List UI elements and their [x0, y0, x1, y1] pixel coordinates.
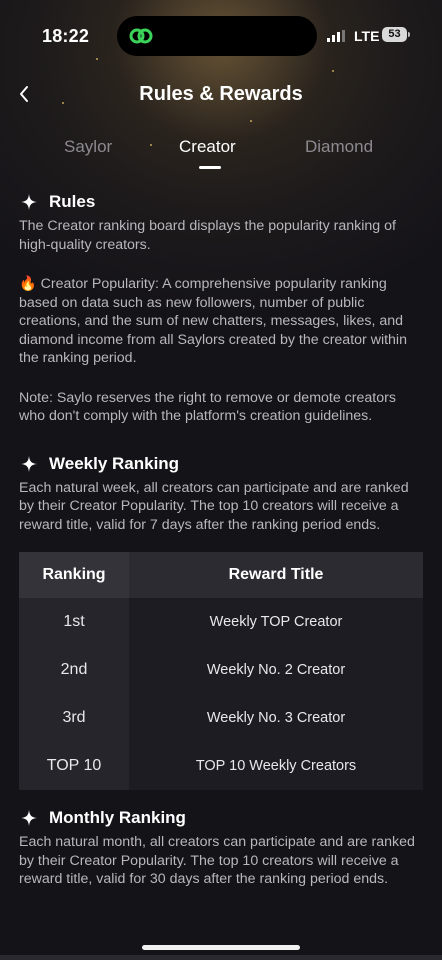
link-icon: [129, 28, 153, 44]
table-edge-peek: [0, 955, 442, 960]
rules-heading: Rules: [19, 190, 423, 214]
tab-diamond[interactable]: Diamond: [305, 135, 373, 159]
home-indicator[interactable]: [142, 945, 300, 950]
rank-cell: 2nd: [19, 646, 129, 694]
rules-title: Rules: [49, 192, 96, 211]
weekly-ranking-description: Each natural week, all creators can part…: [19, 479, 409, 533]
weekly-reward-table: Ranking Reward Title 1st Weekly TOP Crea…: [19, 552, 423, 790]
rank-cell: 3rd: [19, 694, 129, 742]
active-tab-indicator: [199, 166, 221, 169]
rank-cell: TOP 10: [19, 742, 129, 790]
sparkle-icon: [21, 194, 37, 210]
rules-paragraph-1: The Creator ranking board displays the p…: [19, 218, 396, 253]
weekly-ranking-heading: Weekly Ranking: [19, 452, 423, 476]
table-row: TOP 10 TOP 10 Weekly Creators: [19, 742, 423, 790]
rules-content: Rules The Creator ranking board displays…: [19, 190, 423, 889]
monthly-ranking-title: Monthly Ranking: [49, 808, 186, 827]
weekly-ranking-title: Weekly Ranking: [49, 453, 180, 473]
sparkle-decoration: [250, 120, 252, 122]
column-header-reward-title: Reward Title: [129, 552, 423, 598]
battery-icon: 53: [382, 27, 407, 42]
reward-cell: Weekly TOP Creator: [129, 598, 423, 646]
tab-saylor[interactable]: Saylor: [64, 135, 112, 159]
status-time: 18:22: [42, 26, 90, 46]
page-title: Rules & Rewards: [139, 83, 303, 105]
dynamic-island: [117, 16, 317, 56]
sparkle-icon: [21, 810, 37, 826]
table-row: 3rd Weekly No. 3 Creator: [19, 694, 423, 742]
table-row: 1st Weekly TOP Creator: [19, 598, 423, 646]
sparkle-icon: [21, 455, 37, 472]
monthly-ranking-heading: Monthly Ranking: [19, 806, 423, 830]
rules-paragraph-2: 🔥 Creator Popularity: A comprehensive po…: [19, 275, 423, 368]
tab-creator[interactable]: Creator: [179, 135, 236, 159]
reward-cell: TOP 10 Weekly Creators: [129, 742, 423, 790]
column-header-ranking: Ranking: [19, 552, 129, 598]
creator-popularity-text: Creator Popularity: A comprehensive popu…: [19, 276, 407, 366]
rules-note: Note: Saylo reserves the right to remove…: [19, 389, 396, 425]
rank-cell: 1st: [19, 598, 129, 646]
status-bar: 18:22 LTE 53: [0, 0, 442, 72]
battery-tip: [408, 32, 410, 37]
reward-cell: Weekly No. 3 Creator: [129, 694, 423, 742]
cellular-signal-icon: [327, 30, 345, 42]
tab-bar: Saylor Creator Diamond: [0, 135, 442, 175]
table-header-row: Ranking Reward Title: [19, 552, 423, 598]
table-row: 2nd Weekly No. 2 Creator: [19, 646, 423, 694]
monthly-ranking-description: Each natural month, all creators can par…: [19, 834, 415, 887]
reward-cell: Weekly No. 2 Creator: [129, 646, 423, 694]
network-type: LTE: [354, 28, 380, 44]
fire-emoji-icon: 🔥: [19, 276, 37, 292]
